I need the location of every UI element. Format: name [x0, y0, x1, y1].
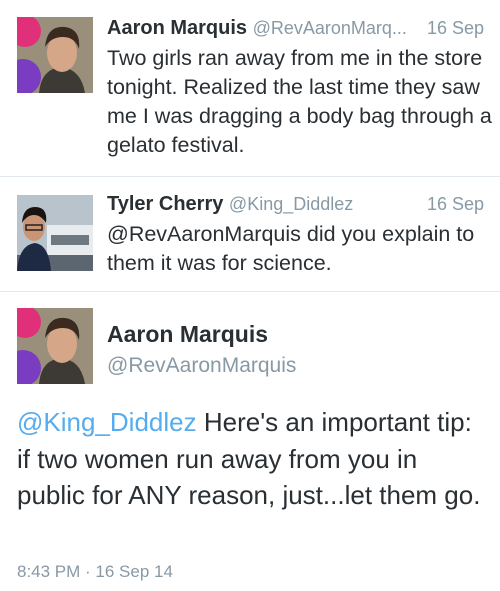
avatar-tyler-photo-icon	[17, 195, 93, 271]
avatar[interactable]	[17, 308, 93, 384]
avatar-aaron-photo-icon	[17, 308, 93, 384]
avatar-aaron-photo-icon	[17, 17, 93, 93]
author-handle[interactable]: @RevAaronMarquis	[107, 352, 296, 380]
tweet-timestamp: 8:43 PM · 16 Sep 14	[17, 562, 173, 581]
author-handle[interactable]: @King_Diddlez	[229, 194, 353, 214]
tweet-header: Aaron Marquis @RevAaronMarq...	[107, 15, 407, 41]
author-name[interactable]: Aaron Marquis	[107, 319, 268, 349]
mention-link[interactable]: @King_Diddlez	[17, 407, 197, 437]
tweet-date: 16 Sep	[426, 194, 484, 214]
tweet-text: Two girls ran away from me in the store …	[107, 46, 492, 157]
author-name[interactable]: Aaron Marquis	[107, 17, 247, 39]
tweet-text: @King_Diddlez Here's an important tip: i…	[17, 404, 487, 514]
author-name[interactable]: Tyler Cherry	[107, 193, 223, 215]
tweet-item[interactable]: Aaron Marquis @RevAaronMarq... 16 Sep Tw…	[0, 0, 500, 176]
tweet-date: 16 Sep	[426, 18, 484, 38]
tweet-text: @RevAaronMarquis did you explain to them…	[107, 222, 475, 275]
avatar[interactable]	[17, 17, 93, 93]
avatar[interactable]	[17, 195, 93, 271]
author-handle[interactable]: @RevAaronMarq...	[253, 18, 407, 38]
tweet-header: Tyler Cherry @King_Diddlez	[107, 191, 353, 217]
main-tweet: Aaron Marquis @RevAaronMarquis @King_Did…	[0, 291, 500, 591]
tweet-item[interactable]: Tyler Cherry @King_Diddlez 16 Sep @RevAa…	[0, 176, 500, 291]
